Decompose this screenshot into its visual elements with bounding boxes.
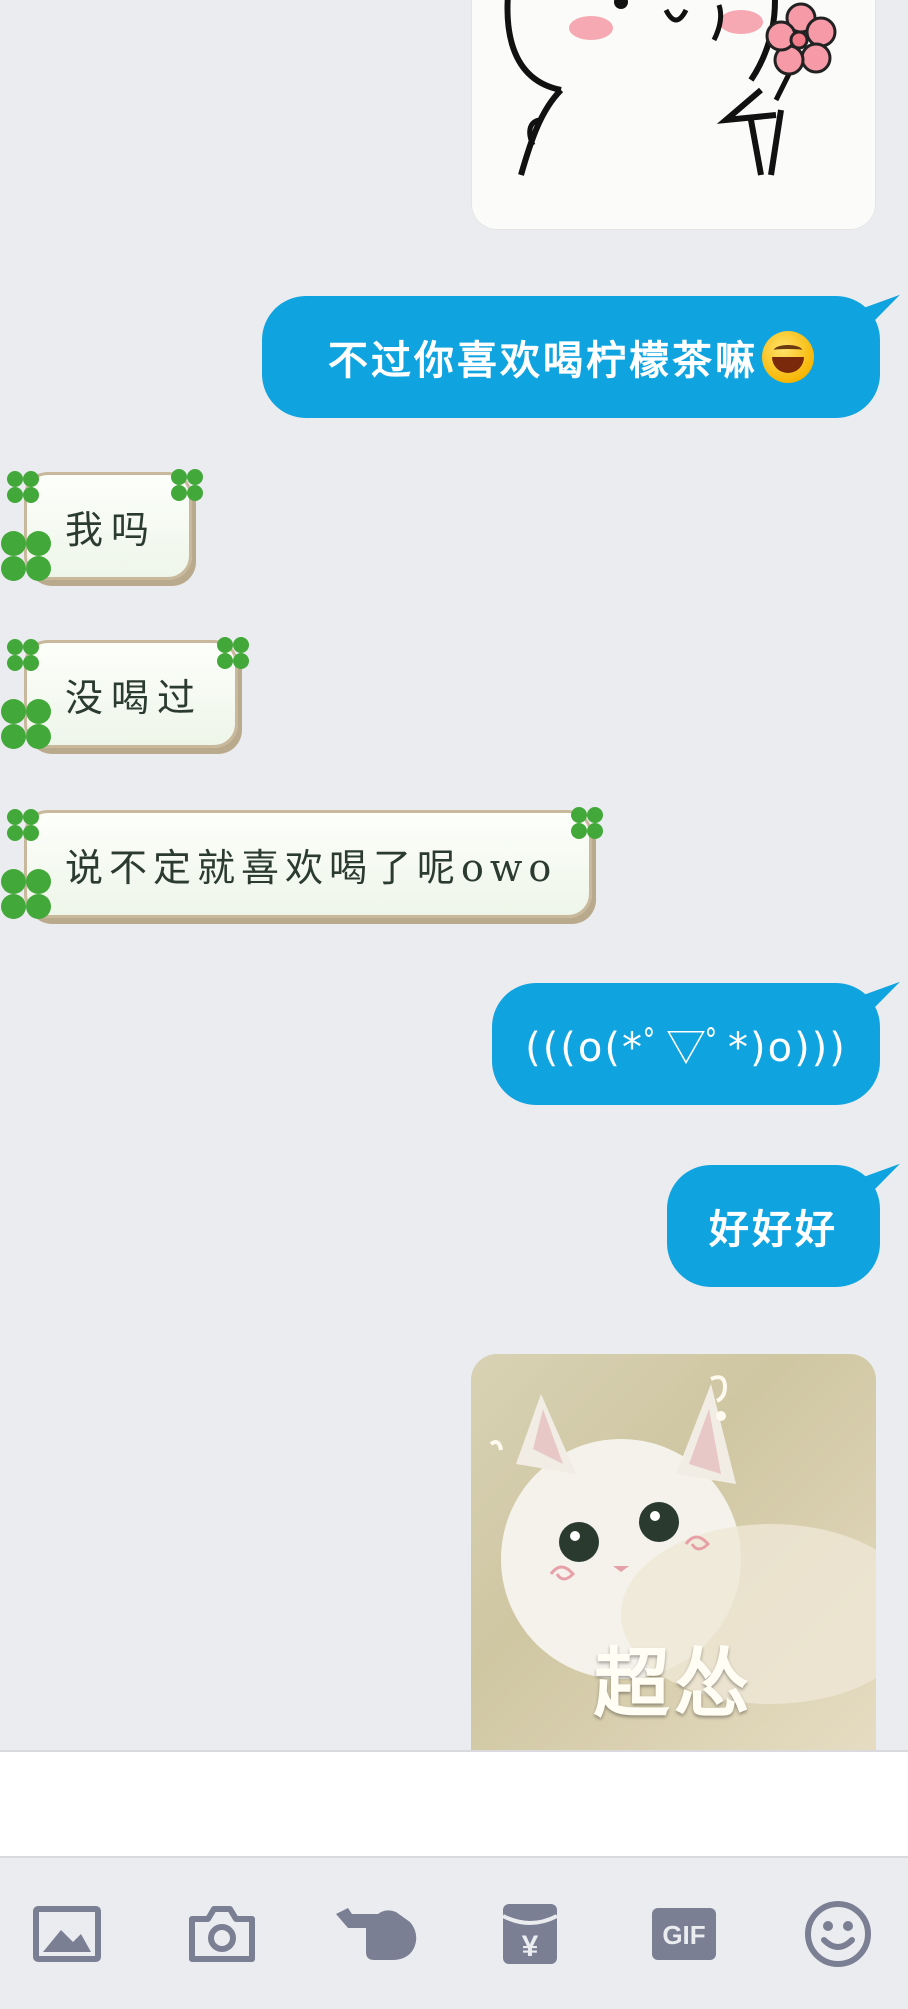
clover-decoration-icon xyxy=(217,637,251,671)
clover-decoration-icon xyxy=(7,809,41,843)
laughing-tears-emoji-icon xyxy=(762,331,814,383)
clover-decoration-icon xyxy=(7,471,41,505)
gif-icon: GIF xyxy=(652,1908,716,1960)
clover-decoration-icon xyxy=(171,469,205,503)
sent-message-bubble[interactable]: 好好好 xyxy=(667,1165,880,1287)
image-button[interactable] xyxy=(31,1900,103,1968)
clover-decoration-icon xyxy=(1,869,53,921)
input-toolbar: ¥ GIF xyxy=(0,1858,908,2009)
received-message-bubble[interactable]: 说不定就喜欢喝了呢owo xyxy=(1,807,603,919)
camera-icon xyxy=(189,1906,255,1962)
sticker-caption: 超怂 xyxy=(593,1639,754,1728)
cat-flower-drawing xyxy=(504,0,837,176)
clover-decoration-icon xyxy=(1,699,53,751)
svg-text:¥: ¥ xyxy=(522,1930,539,1963)
emoji-button[interactable] xyxy=(802,1900,874,1968)
red-packet-button[interactable]: ¥ xyxy=(494,1900,566,1968)
svg-text:GIF: GIF xyxy=(662,1920,705,1950)
clover-decoration-icon xyxy=(571,807,605,841)
clover-decoration-icon xyxy=(7,639,41,673)
received-message-bubble[interactable]: 我吗 xyxy=(1,469,203,581)
emoji-icon xyxy=(805,1901,871,1967)
sticker-cat-flower[interactable] xyxy=(471,0,876,230)
received-message-bubble[interactable]: 没喝过 xyxy=(1,637,249,749)
message-text: 没喝过 xyxy=(65,675,204,720)
sent-message-bubble[interactable]: 不过你喜欢喝柠檬茶嘛 xyxy=(262,296,880,418)
poke-hand-icon xyxy=(336,1908,417,1960)
sent-message-bubble[interactable]: (((o(*ﾟ▽ﾟ*)o))) xyxy=(492,983,880,1105)
red-packet-icon: ¥ xyxy=(502,1904,558,1964)
clover-decoration-icon xyxy=(1,531,53,583)
chat-message-list[interactable]: 不过你喜欢喝柠檬茶嘛 我吗 没喝过 说不定就喜欢喝了呢owo (((o(*ﾟ▽ﾟ… xyxy=(0,0,908,1750)
message-text: 我吗 xyxy=(65,507,158,552)
camera-button[interactable] xyxy=(186,1900,258,1968)
message-text: 不过你喜欢喝柠檬茶嘛 xyxy=(328,337,758,384)
message-text: 说不定就喜欢喝了呢owo xyxy=(65,845,558,890)
sticker-kitten-scared[interactable]: 超怂 xyxy=(471,1354,876,1750)
gif-button[interactable]: GIF xyxy=(648,1900,720,1968)
image-icon xyxy=(33,1906,101,1962)
poke-button[interactable] xyxy=(334,1900,420,1968)
message-text: 好好好 xyxy=(709,1206,838,1253)
message-input-field[interactable] xyxy=(0,1750,908,1858)
message-text: (((o(*ﾟ▽ﾟ*)o))) xyxy=(525,1025,847,1071)
